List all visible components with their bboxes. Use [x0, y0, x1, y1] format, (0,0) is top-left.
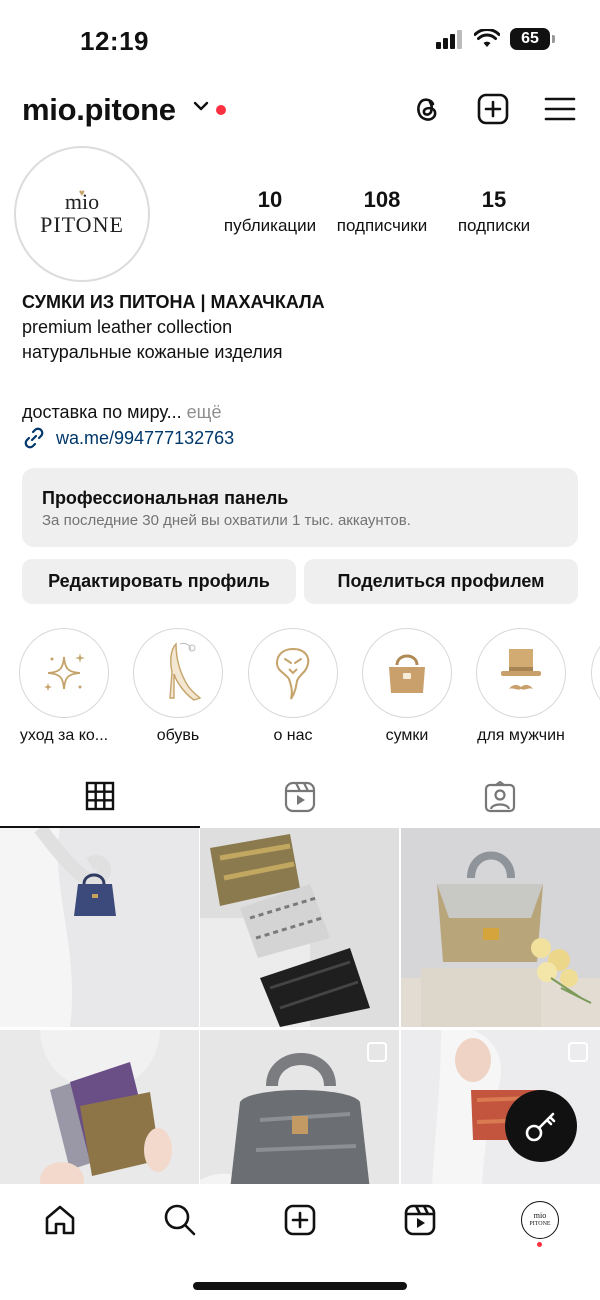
home-indicator[interactable] [193, 1282, 407, 1290]
create-icon [284, 1204, 316, 1236]
bottom-navigation: mio PITONE [0, 1184, 600, 1300]
stat-following[interactable]: 15 подписки [429, 186, 559, 238]
stat-label: подписчики [336, 216, 428, 235]
high-heel-icon [169, 642, 202, 701]
post-thumbnail[interactable] [200, 828, 399, 1027]
profile-header: mio.pitone [0, 88, 600, 134]
link-icon [24, 427, 44, 449]
notification-dot [537, 1242, 542, 1247]
story-highlights: уход за ко... обувь о нас сумки для мужч… [0, 628, 600, 748]
highlight-cover [591, 628, 600, 718]
search-icon [164, 1204, 196, 1236]
avatar-logo-line2: PITONE [529, 1221, 551, 1227]
signal-icon [436, 30, 462, 49]
highlight-label: обувь [156, 727, 200, 744]
profile-tabs [0, 766, 600, 828]
key-icon [525, 1112, 556, 1142]
avatar-logo: ♥ mio PITONE [22, 154, 142, 274]
highlight-label: сумки [385, 727, 429, 744]
home-icon [45, 1205, 75, 1235]
bio-text: доставка по миру... [22, 402, 182, 422]
stat-number: 108 [363, 187, 401, 212]
professional-dashboard[interactable]: Профессиональная панель За последние 30 … [22, 468, 578, 547]
status-icons: 65 [436, 28, 555, 50]
highlight-cover [133, 628, 223, 718]
create-icon[interactable] [476, 92, 510, 126]
multiple-photos-icon [568, 1042, 588, 1062]
nav-create[interactable] [270, 1198, 330, 1242]
post-photo-wallets [200, 828, 399, 1027]
profile-avatar[interactable]: ♥ mio PITONE [14, 146, 150, 282]
post-thumbnail[interactable] [401, 828, 600, 1027]
heart-icon: ♥ [78, 188, 85, 199]
post-photo-bag-held [0, 828, 199, 1027]
key-fab-button[interactable] [505, 1090, 577, 1162]
highlight-cover [19, 628, 109, 718]
edit-profile-button[interactable]: Редактировать профиль [22, 559, 296, 604]
pro-panel-title: Профессиональная панель [42, 488, 289, 508]
battery-indicator: 65 [510, 28, 555, 50]
sparkles-icon [44, 653, 85, 691]
highlight-label: для мужчин [477, 727, 565, 744]
stat-number: 10 [257, 187, 283, 212]
bio-line: premium leather collection [22, 317, 233, 337]
highlight-item[interactable]: о нас [233, 628, 353, 745]
highlight-item[interactable]: уход за ко... [4, 628, 124, 745]
profile-avatar: mio PITONE [521, 1201, 559, 1239]
wifi-icon [474, 29, 500, 47]
stat-label: публикации [223, 216, 317, 235]
highlight-item[interactable] [576, 628, 600, 718]
avatar-logo-line1: mio [533, 1211, 547, 1220]
reels-icon [284, 781, 316, 813]
share-profile-button[interactable]: Поделиться профилем [304, 559, 578, 604]
grid-icon [85, 781, 115, 811]
post-photo-bag-flowers [401, 828, 600, 1027]
status-bar: 12:19 65 [0, 0, 600, 80]
multiple-photos-icon [367, 1042, 387, 1062]
bio-line: натуральные кожаные изделия [22, 342, 283, 362]
highlight-cover [362, 628, 452, 718]
highlight-cover [248, 628, 338, 718]
bio-link-text[interactable]: wa.me/994777132763 [56, 428, 234, 449]
nav-reels[interactable] [390, 1198, 450, 1242]
stat-followers[interactable]: 108 подписчики [317, 186, 447, 238]
stat-number: 15 [481, 187, 507, 212]
stat-posts[interactable]: 10 публикации [205, 186, 335, 238]
notification-dot [216, 105, 226, 115]
highlight-item[interactable]: обувь [118, 628, 238, 745]
tab-reels[interactable] [200, 766, 400, 828]
reels-icon [404, 1204, 436, 1236]
highlight-item[interactable]: сумки [347, 628, 467, 745]
tagged-icon [484, 781, 516, 813]
tab-tagged[interactable] [400, 766, 600, 828]
top-hat-icon [501, 649, 541, 690]
profile-bio: СУМКИ ИЗ ПИТОНА | МАХАЧКАЛА premium leat… [22, 290, 582, 425]
chevron-down-icon[interactable] [193, 100, 209, 112]
highlight-item[interactable]: для мужчин [461, 628, 581, 745]
nav-home[interactable] [30, 1198, 90, 1242]
post-thumbnail[interactable] [0, 828, 199, 1027]
highlight-label: о нас [273, 727, 313, 744]
avatar-logo-line2: PITONE [40, 212, 124, 237]
threads-icon[interactable] [410, 92, 444, 126]
nav-profile[interactable]: mio PITONE [510, 1198, 570, 1242]
handbag-icon [389, 654, 425, 693]
snake-icon [275, 647, 310, 700]
account-username[interactable]: mio.pitone [22, 92, 176, 128]
nav-search[interactable] [150, 1198, 210, 1242]
status-time: 12:19 [80, 26, 149, 56]
highlight-cover [476, 628, 566, 718]
bio-name: СУМКИ ИЗ ПИТОНА | МАХАЧКАЛА [22, 292, 325, 312]
bio-line: доставка по миру... ещё [22, 400, 582, 425]
tab-grid[interactable] [0, 766, 200, 828]
menu-icon[interactable] [543, 92, 577, 126]
pro-panel-subtitle: За последние 30 дней вы охватили 1 тыс. … [42, 512, 411, 529]
stat-label: подписки [457, 216, 531, 235]
highlight-label: уход за ко... [19, 727, 109, 744]
bio-link[interactable]: wa.me/994777132763 [22, 426, 234, 450]
bio-more-link[interactable]: ещё [187, 402, 222, 422]
